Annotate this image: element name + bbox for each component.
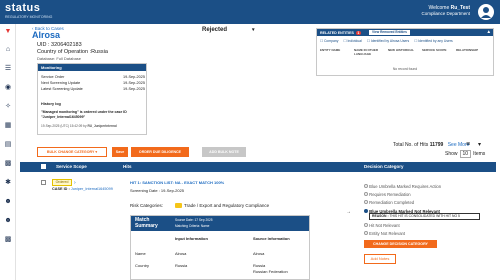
add-notes-button[interactable]: Add Notes (364, 254, 396, 264)
input-information-header: Input Information (175, 236, 208, 241)
logo-subtitle: REGULATORY MONITORING (5, 15, 53, 19)
decision-options-more: Hit Not Relevant Entity Not Relevant (364, 222, 405, 238)
user-gear-icon[interactable]: ☻ (4, 217, 12, 225)
order-due-diligence-button[interactable]: ORDER DUE DILIGENCE (131, 147, 189, 157)
case-id-link[interactable]: Juniper_Internal1645099 (71, 187, 113, 191)
reason-box[interactable]: REASON : THIS HIT IS CONSOLIDATED WITH H… (369, 213, 480, 220)
building-icon[interactable]: ▦ (4, 122, 12, 130)
filter-identified-by-any[interactable]: ☐ Identified by any Users (414, 39, 452, 43)
save-button[interactable]: Save (112, 147, 128, 157)
related-entities-header: RELATED ENTITIES 1 View Removed Entities… (317, 29, 493, 36)
related-count-badge: 1 (355, 30, 361, 35)
risk-categories: Risk Categories: Trade / Export and Regu… (130, 203, 270, 208)
total-hits: Total No. of Hits 11799 See More (393, 142, 470, 148)
user-gear-icon[interactable]: ☻ (4, 198, 12, 206)
decision-option[interactable]: Requires Remediation (364, 191, 441, 199)
sidebar: ▼ ⌂ ☰ ◉ ✧ ▦ ▤ ▩ ✱ ☻ ☻ ▩ (0, 24, 16, 280)
calculator-icon[interactable]: ▩ (4, 236, 12, 244)
monitoring-title: Monitoring (38, 64, 146, 71)
home-icon[interactable]: ⌂ (4, 46, 12, 54)
source-date: Source Date: 17 Sep 2025 (175, 218, 213, 222)
logo[interactable]: status (5, 2, 40, 14)
screening-date: Screening Date : 19-Sep-2025 (130, 188, 185, 193)
row-checkbox[interactable] (41, 180, 46, 185)
view-removed-entities-button[interactable]: View Removed Entities (369, 30, 410, 35)
total-hits-count: 11799 (429, 142, 444, 148)
filter-identified-by-alrosa[interactable]: ☐ Identified by Alrosa Users (367, 39, 409, 43)
related-empty-state: No record found (392, 67, 418, 71)
decision-option[interactable]: Blue Umbrella Marked Requires Action (364, 183, 441, 191)
list-icon[interactable]: ☰ (4, 65, 12, 73)
department: Compliance Department (421, 11, 470, 16)
welcome-text: Welcome Ru_Test Compliance Department (421, 5, 470, 17)
match-row-input: Russia (175, 263, 188, 268)
add-bulk-note-button[interactable]: ADD BULK NOTE (202, 147, 246, 157)
chevron-right-icon[interactable]: › (74, 180, 76, 186)
match-row-label: Name (135, 251, 146, 256)
decision-options: Blue Umbrella Marked Requires Action Req… (364, 183, 441, 216)
entity-uid: UID : 3206402183 (37, 42, 82, 48)
change-decision-category-button[interactable]: CHANGE DECISION CATEGORY (364, 240, 437, 248)
collapse-icon[interactable]: ▴ (487, 29, 490, 35)
match-row-label: Country (135, 263, 150, 268)
decision-option[interactable]: Entity Not Relevant (364, 230, 405, 238)
page-size-control: Show 10 Items (445, 150, 486, 158)
filter-icon[interactable]: ▼ (4, 28, 12, 36)
history-log-title: History log (41, 102, 61, 106)
match-summary-header: Match Summary Source Date: 17 Sep 2025 M… (131, 216, 309, 231)
monitoring-row: Latest Screening Update 19-Sep-2025 (41, 87, 145, 91)
entity-database: Database: Full Database (37, 56, 82, 61)
hit-title[interactable]: HIT 1: SANCTION LIST: NA - EXACT MATCH 1… (130, 180, 224, 185)
calculator-icon[interactable]: ▩ (4, 160, 12, 168)
sort-icon[interactable]: ≡ (466, 141, 470, 148)
related-entities-panel: RELATED ENTITIES 1 View Removed Entities… (316, 28, 494, 76)
case-status-select[interactable]: Rejected ▾ (202, 27, 262, 37)
monitoring-panel: Monitoring Service Order 19-Sep-2025 Next… (37, 63, 147, 135)
chevron-down-icon: ▾ (95, 150, 98, 154)
page-size-select[interactable]: 10 (459, 150, 472, 158)
compass-icon[interactable]: ✧ (4, 103, 12, 111)
entity-country: Country of Operation :Russia (37, 49, 108, 55)
hits-table-header: Service Scope Hits Decision Category (20, 162, 496, 172)
gear-icon[interactable]: ✱ (4, 179, 12, 187)
match-summary-title: Match Summary (135, 217, 158, 229)
decision-option[interactable]: Hit Not Relevant (364, 222, 405, 230)
folder-icon (175, 203, 183, 208)
status-value: Rejected (202, 27, 228, 33)
match-row-source: Russia Russian Federation (253, 263, 288, 274)
arrow-right-icon: → (346, 209, 351, 215)
eye-icon[interactable]: ◉ (4, 84, 12, 92)
match-summary-panel: Match Summary Source Date: 17 Sep 2025 M… (130, 215, 310, 280)
entity-name: Alrosa (32, 30, 61, 40)
related-table-header: ENTITY NAME NAME IN OTHER LANGUAGE NEW H… (320, 48, 479, 56)
select-all-checkbox[interactable] (41, 164, 46, 169)
matching-criteria: Matching Criteria: Name (175, 224, 210, 228)
decision-option[interactable]: Remediation Completed (364, 199, 441, 207)
filter-individual[interactable]: ☐ Individual (344, 39, 362, 43)
ordered-badge: Ordered (52, 179, 72, 186)
source-information-header: Source Information (253, 236, 290, 241)
case-id: CASE ID : Juniper_Internal1645099 (52, 187, 113, 191)
match-row-source: Alrosa (253, 251, 265, 256)
related-filters: ☐ Company ☐ Individual ☐ Identified by A… (320, 39, 453, 43)
chevron-down-icon: ▾ (252, 27, 255, 33)
history-note: "Managed monitoring" is ordered under th… (41, 110, 127, 119)
history-meta: 19-Sep-2025 (UTC) 15:42:09 by RU_Juniper… (41, 124, 117, 128)
match-row-input: Alrosa (175, 251, 187, 256)
document-icon[interactable]: ▤ (4, 141, 12, 149)
user-avatar-icon[interactable] (478, 4, 494, 20)
filter-company[interactable]: ☐ Company (320, 39, 339, 43)
bulk-change-category-select[interactable]: BULK CHANGE CATEGORY ▾ (37, 147, 107, 157)
chevron-down-icon[interactable]: ▾ (478, 141, 481, 148)
